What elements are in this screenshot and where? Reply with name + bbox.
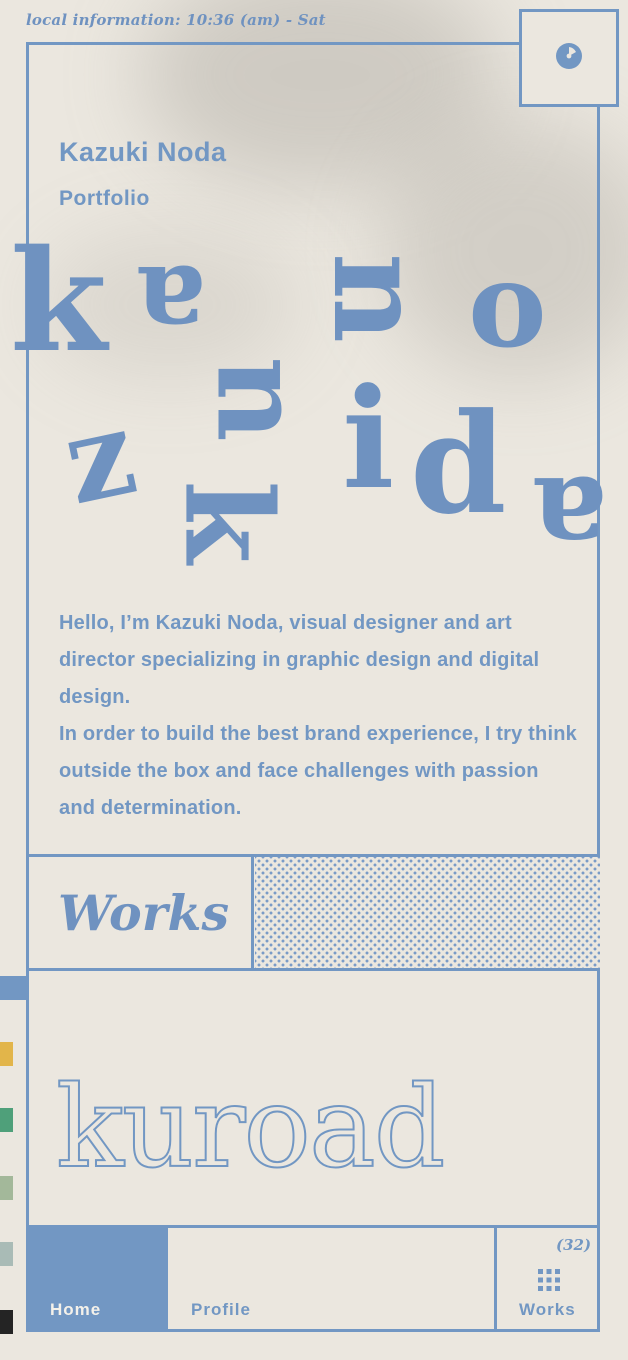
hero-letter-k1: k	[10, 220, 108, 384]
clock-button[interactable]	[519, 9, 619, 107]
local-time-info: local information: 10:36 (am) - Sat	[26, 11, 326, 29]
nav-profile-button[interactable]: Profile	[171, 1228, 491, 1332]
works-section-title: Works	[58, 884, 230, 942]
hero-letter-i: i	[342, 357, 395, 520]
featured-work-kuroad[interactable]: kuroad	[55, 1071, 446, 1185]
divider	[26, 968, 600, 971]
nav-home-button[interactable]: Home	[26, 1225, 168, 1332]
side-marker-6[interactable]	[0, 1310, 13, 1334]
grid-icon	[537, 1268, 561, 1297]
nav-profile-label: Profile	[191, 1300, 251, 1319]
nav-works-label: Works	[519, 1300, 576, 1319]
owner-name: Kazuki Noda	[59, 137, 227, 167]
hero-letter-a1: a	[136, 241, 206, 367]
side-marker-3[interactable]	[0, 1108, 13, 1132]
side-marker-5[interactable]	[0, 1242, 13, 1266]
hero-letter-o: o	[468, 235, 547, 374]
side-marker-2[interactable]	[0, 1042, 13, 1066]
nav-home-label: Home	[50, 1300, 102, 1319]
clock-icon	[554, 41, 584, 76]
hero-letter-u: u	[168, 356, 308, 442]
hero-letter-a2: a	[532, 450, 608, 586]
side-marker-1[interactable]	[0, 976, 26, 1000]
hero-letter-k2: k	[157, 480, 299, 564]
hero-letter-d: d	[410, 382, 507, 545]
intro-paragraph-2: In order to build the best brand experie…	[59, 723, 577, 819]
works-count: (32)	[556, 1236, 592, 1254]
decorative-pattern	[255, 857, 600, 968]
portfolio-subtitle: Portfolio	[59, 187, 150, 210]
hero-letter-n: n	[305, 252, 451, 344]
intro-text: Hello, I’m Kazuki Noda, visual designer …	[59, 605, 579, 827]
divider	[251, 854, 254, 971]
intro-paragraph-1: Hello, I’m Kazuki Noda, visual designer …	[59, 612, 540, 708]
side-marker-4[interactable]	[0, 1176, 13, 1200]
